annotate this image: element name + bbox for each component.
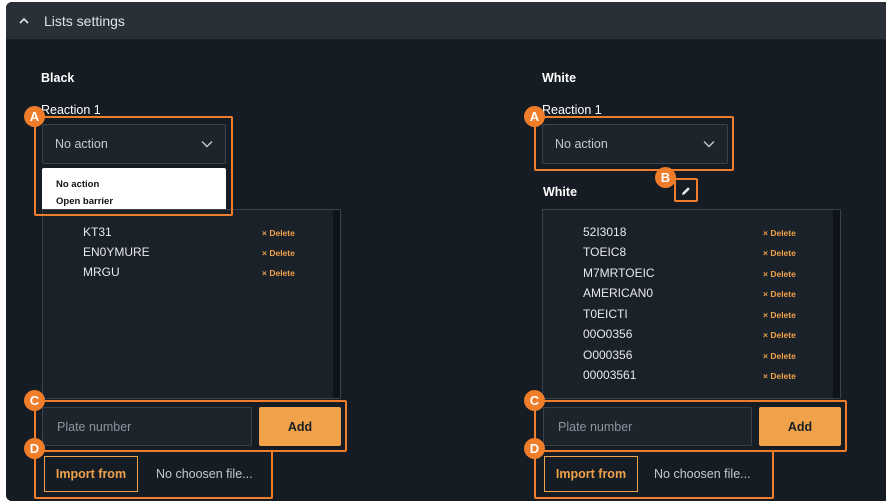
delete-button[interactable]: × Delete <box>262 268 295 278</box>
plate-number: TOEIC8 <box>583 245 627 259</box>
callout-box-b <box>674 178 698 202</box>
list-item: EN0YMURE × Delete <box>43 243 340 263</box>
lists-settings-panel: Lists settings Black Reaction 1 No actio… <box>6 2 886 501</box>
list-item: 52I3018 × Delete <box>543 223 840 243</box>
plate-number: KT31 <box>83 225 112 239</box>
plate-number: MRGU <box>83 265 120 279</box>
delete-button[interactable]: × Delete <box>763 289 796 299</box>
black-reaction-label: Reaction 1 <box>41 103 101 117</box>
callout-box-c <box>34 400 347 452</box>
chevron-up-icon[interactable] <box>18 15 30 27</box>
badge-a: A <box>524 106 545 127</box>
plate-number: M7MRTOEIC <box>583 266 655 280</box>
panel-header[interactable]: Lists settings <box>6 2 886 39</box>
list-item: 00O0356 × Delete <box>543 325 840 345</box>
plate-number: T0EICTI <box>583 307 628 321</box>
plate-number: EN0YMURE <box>83 245 150 259</box>
badge-c: C <box>24 390 45 411</box>
callout-box-a <box>34 116 233 216</box>
delete-button[interactable]: × Delete <box>262 248 295 258</box>
badge-b: B <box>655 167 676 188</box>
callout-box-c <box>534 400 847 452</box>
delete-button[interactable]: × Delete <box>763 351 796 361</box>
black-plate-list: KT31 × Delete EN0YMURE × Delete MRGU × D… <box>42 209 341 399</box>
badge-d: D <box>524 438 545 459</box>
list-item: T0EICTI × Delete <box>543 305 840 325</box>
white-plate-list: 52I3018 × Delete TOEIC8 × Delete M7MRTOE… <box>542 209 841 399</box>
list-item: O000356 × Delete <box>543 346 840 366</box>
panel-body: Black Reaction 1 No action No action Ope… <box>6 40 886 501</box>
delete-button[interactable]: × Delete <box>763 269 796 279</box>
plate-number: 52I3018 <box>583 225 627 239</box>
plate-number: 00003561 <box>583 368 637 382</box>
delete-button[interactable]: × Delete <box>763 228 796 238</box>
white-reaction-label: Reaction 1 <box>542 103 602 117</box>
delete-button[interactable]: × Delete <box>763 310 796 320</box>
badge-c: C <box>524 390 545 411</box>
delete-button[interactable]: × Delete <box>262 228 295 238</box>
badge-a: A <box>24 106 45 127</box>
delete-button[interactable]: × Delete <box>763 371 796 381</box>
list-item: M7MRTOEIC × Delete <box>543 264 840 284</box>
list-item: KT31 × Delete <box>43 223 340 243</box>
list-item: TOEIC8 × Delete <box>543 243 840 263</box>
plate-number: O000356 <box>583 348 633 362</box>
white-column-title: White <box>542 71 577 85</box>
list-item: 00003561 × Delete <box>543 366 840 386</box>
list-item: MRGU × Delete <box>43 263 340 283</box>
callout-box-d <box>34 450 273 499</box>
list-item: AMERICAN0 × Delete <box>543 284 840 304</box>
panel-title: Lists settings <box>44 12 125 29</box>
white-list-title: White <box>543 185 578 199</box>
black-column-title: Black <box>41 71 75 85</box>
badge-d: D <box>24 438 45 459</box>
plate-number: 00O0356 <box>583 327 633 341</box>
callout-box-a <box>534 116 734 171</box>
callout-box-d <box>534 450 774 499</box>
plate-number: AMERICAN0 <box>583 286 654 300</box>
delete-button[interactable]: × Delete <box>763 248 796 258</box>
delete-button[interactable]: × Delete <box>763 330 796 340</box>
